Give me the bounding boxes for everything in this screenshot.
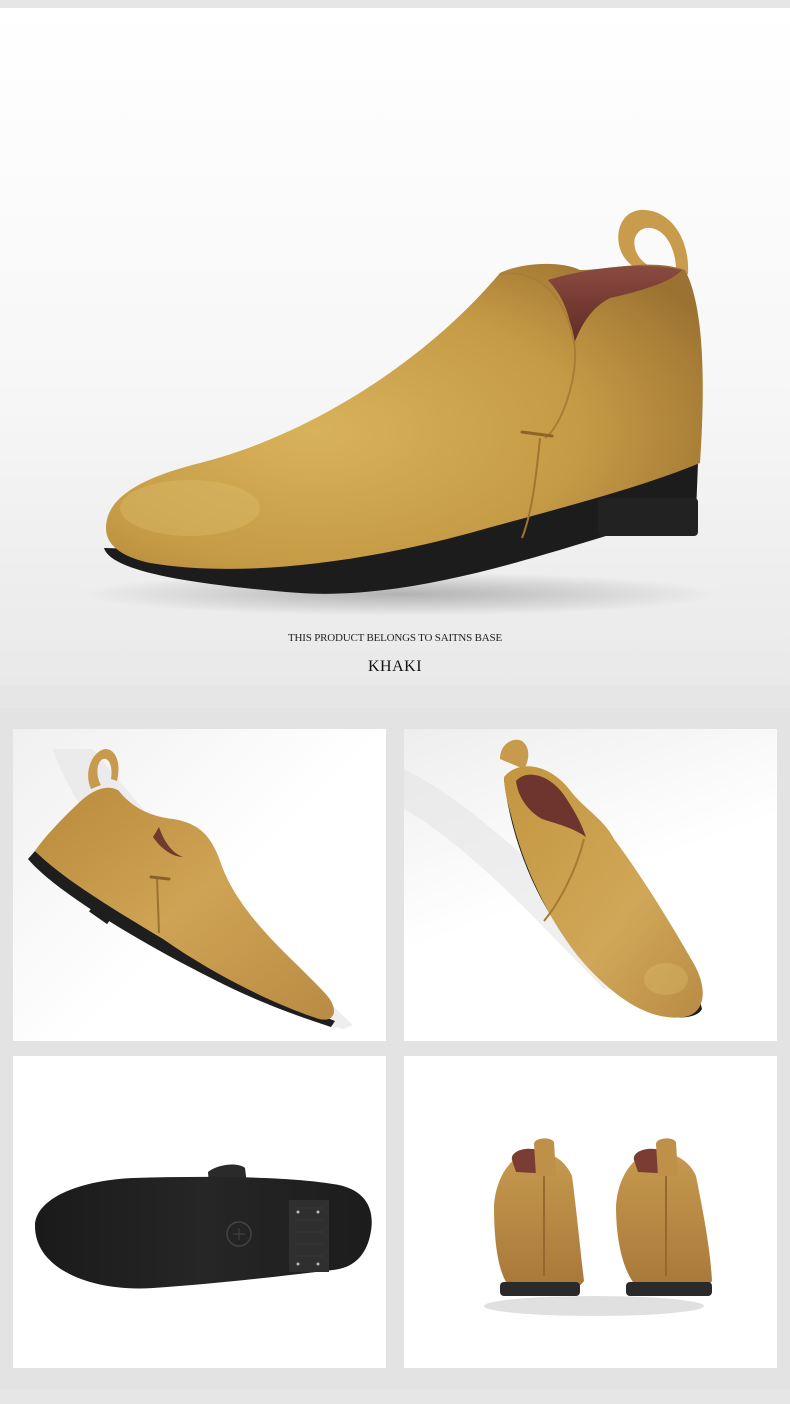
shoe-rear-pair-image (484, 1138, 712, 1316)
hero-banner: THIS PRODUCT BELONGS TO SAITNS BASE KHAK… (0, 8, 790, 686)
gallery-image-outsole[interactable] (13, 1056, 386, 1368)
gallery-image-side-profile[interactable] (13, 729, 386, 1041)
shoe-side-profile-image (28, 749, 353, 1029)
product-detail-page: THIS PRODUCT BELONGS TO SAITNS BASE KHAK… (0, 0, 790, 1404)
shoe-top-angle-image (404, 739, 703, 1018)
shoe-outsole-image (35, 1164, 372, 1289)
khaki-chelsea-shoe-image (80, 209, 720, 616)
gallery-image-top-angle[interactable] (404, 729, 777, 1041)
product-gallery (0, 708, 790, 1390)
product-tagline: THIS PRODUCT BELONGS TO SAITNS BASE (288, 632, 502, 644)
gallery-image-rear-pair[interactable] (404, 1056, 777, 1368)
color-name: KHAKI (367, 658, 423, 675)
